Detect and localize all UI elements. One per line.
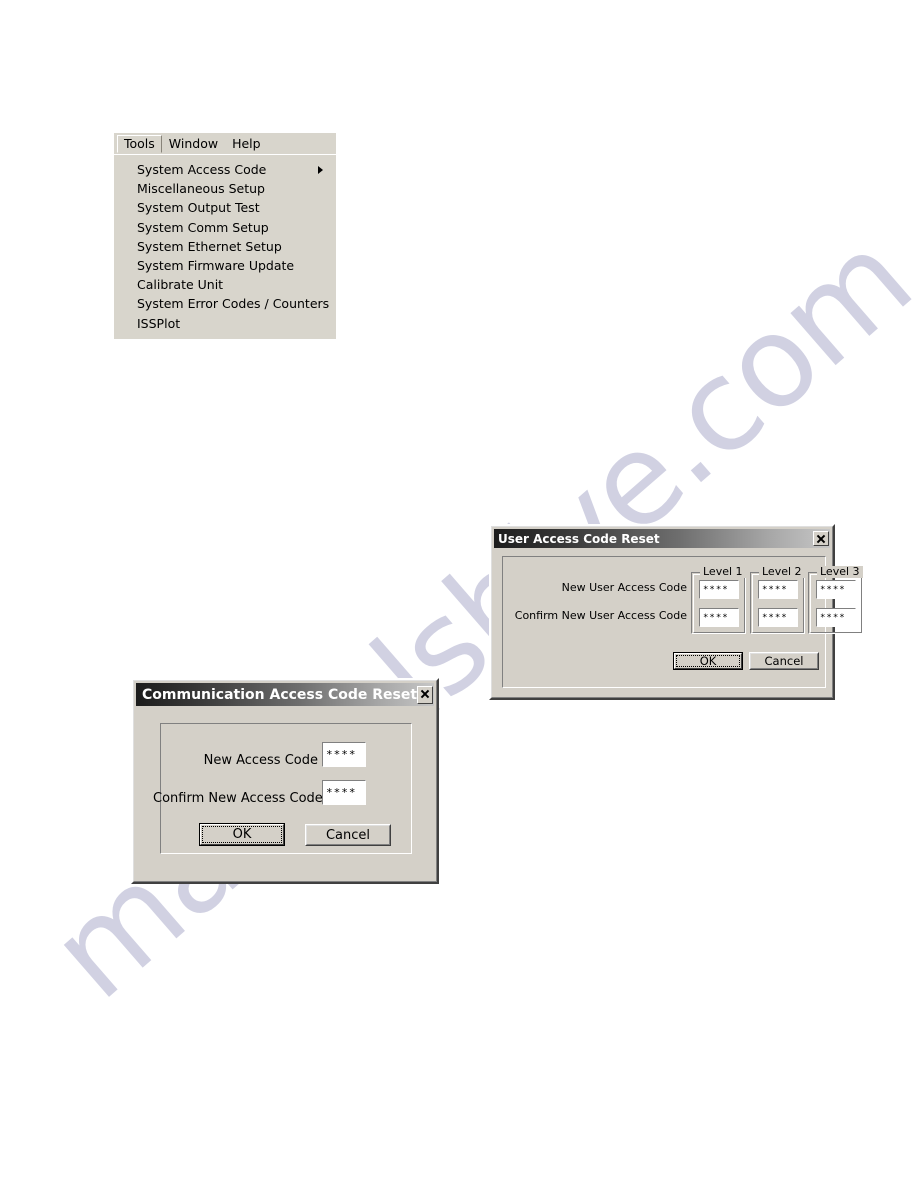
input-value: **** [762,613,788,623]
groupbox-title-level-1: Level 1 [700,566,746,578]
menu-item-label: System Error Codes / Counters [137,296,330,312]
label-confirm-new-access-code: Confirm New Access Code [153,791,323,806]
menu-item-system-output-test[interactable]: System Output Test [114,198,336,217]
menu-item-label: Miscellaneous Setup [137,181,265,197]
input-value: **** [326,786,357,799]
input-level-3-new[interactable]: **** [816,580,856,599]
menu-item-system-firmware-update[interactable]: System Firmware Update [114,256,336,275]
chevron-right-icon [318,165,323,174]
input-value: **** [326,748,357,761]
comm-dialog-cancel-button[interactable]: Cancel [305,824,391,846]
user-dialog-titlebar[interactable]: User Access Code Reset [494,529,830,548]
button-label: OK [232,827,252,842]
menu-item-system-comm-setup[interactable]: System Comm Setup [114,218,336,237]
close-icon[interactable] [417,685,433,704]
communication-access-code-reset-dialog: Communication Access Code Reset New Acce… [131,678,439,884]
menu-item-label: Calibrate Unit [137,277,224,293]
tools-dropdown-menu: System Access Code Miscellaneous Setup S… [114,154,336,339]
input-value: **** [703,613,729,623]
menu-item-label: ISSPlot [137,315,181,331]
input-value: **** [762,585,788,595]
comm-dialog-titlebar[interactable]: Communication Access Code Reset [136,683,434,706]
menu-item-issplot[interactable]: ISSPlot [114,314,336,333]
comm-dialog-title: Communication Access Code Reset [142,686,418,703]
input-value: **** [703,585,729,595]
comm-dialog-ok-button[interactable]: OK [199,823,285,846]
label-new-access-code: New Access Code [203,753,318,768]
menu-item-label: System Access Code [137,162,267,177]
menu-item-label: System Firmware Update [137,257,295,273]
menu-item-calibrate-unit[interactable]: Calibrate Unit [114,275,336,294]
menu-item-system-error-codes-counters[interactable]: System Error Codes / Counters [114,294,336,313]
input-value: **** [820,585,846,595]
menu-item-system-ethernet-setup[interactable]: System Ethernet Setup [114,237,336,256]
input-level-2-new[interactable]: **** [758,580,798,599]
menubar-item-help[interactable]: Help [225,135,268,153]
user-dialog-title: User Access Code Reset [498,531,660,546]
input-level-2-confirm[interactable]: **** [758,608,798,627]
input-confirm-new-access-code[interactable]: **** [322,780,366,805]
menubar-item-window[interactable]: Window [162,135,225,153]
button-label: OK [699,654,717,668]
button-label: Cancel [325,827,371,843]
groupbox-title-level-3: Level 3 [817,566,863,578]
input-level-1-confirm[interactable]: **** [699,608,739,627]
input-level-3-confirm[interactable]: **** [816,608,856,627]
input-level-1-new[interactable]: **** [699,580,739,599]
menu-item-miscellaneous-setup[interactable]: Miscellaneous Setup [114,179,336,198]
close-icon[interactable] [813,531,829,546]
groupbox-title-level-2: Level 2 [759,566,805,578]
button-label: Cancel [764,654,804,668]
menu-item-label: System Ethernet Setup [137,238,282,254]
menu-item-label: System Output Test [137,200,260,216]
user-dialog-ok-button[interactable]: OK [673,652,743,670]
user-dialog-cancel-button[interactable]: Cancel [749,652,819,670]
user-access-code-reset-dialog: User Access Code Reset New User Access C… [489,524,863,700]
input-new-access-code[interactable]: **** [322,742,366,767]
menubar-item-tools[interactable]: Tools [117,134,162,153]
menu-bar: Tools Window Help [114,133,336,154]
input-value: **** [820,613,846,623]
label-confirm-new-user-access-code: Confirm New User Access Code [514,609,687,622]
menu-item-system-access-code[interactable]: System Access Code [114,160,336,179]
tools-menu-window: Tools Window Help System Access Code Mis… [114,133,336,339]
label-new-user-access-code: New User Access Code [561,581,687,594]
menu-item-label: System Comm Setup [137,219,269,235]
